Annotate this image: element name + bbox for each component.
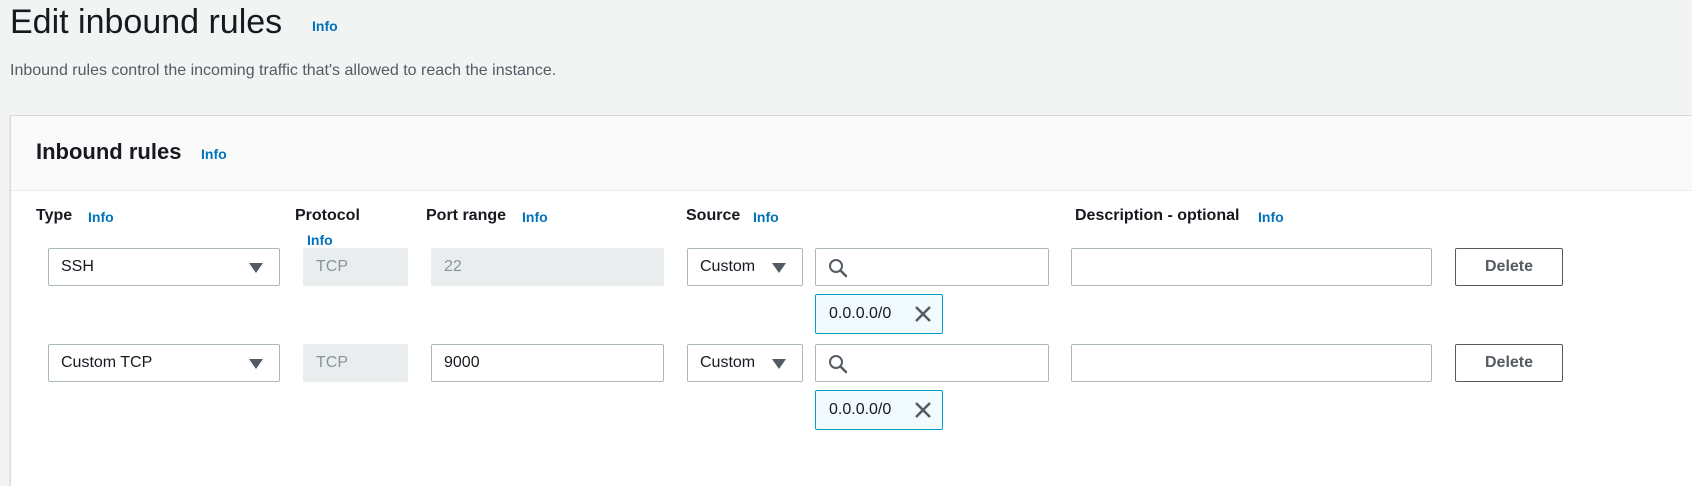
source-info-link[interactable]: Info xyxy=(753,209,779,225)
source-search-input[interactable] xyxy=(815,344,1049,382)
description-input[interactable] xyxy=(1071,248,1432,286)
delete-rule-button[interactable]: Delete xyxy=(1455,344,1563,382)
chevron-down-icon xyxy=(772,359,786,369)
column-header-source: Source xyxy=(686,207,741,224)
type-info-link[interactable]: Info xyxy=(88,209,114,225)
type-select-value: Custom TCP xyxy=(61,354,153,371)
page-description: Inbound rules control the incoming traff… xyxy=(10,62,557,79)
delete-rule-button[interactable]: Delete xyxy=(1455,248,1563,286)
source-token: 0.0.0.0/0 xyxy=(815,390,943,430)
close-icon[interactable] xyxy=(914,401,932,419)
search-icon xyxy=(829,355,848,374)
source-token-label: 0.0.0.0/0 xyxy=(829,401,892,418)
port-range-input[interactable]: 9000 xyxy=(431,344,664,382)
search-icon xyxy=(829,259,848,278)
chevron-down-icon xyxy=(772,263,786,273)
column-header-port-range: Port range xyxy=(426,207,507,224)
type-select-value: SSH xyxy=(61,258,94,275)
column-header-description: Description - optional xyxy=(1075,207,1240,224)
source-select[interactable]: Custom xyxy=(687,344,803,382)
source-select-value: Custom xyxy=(700,354,756,371)
chevron-down-icon xyxy=(249,359,263,369)
inbound-rules-panel: Inbound rules Info Type Info Protocol In… xyxy=(10,115,1692,486)
source-search-input[interactable] xyxy=(815,248,1049,286)
source-select-value: Custom xyxy=(700,258,756,275)
close-icon[interactable] xyxy=(914,305,932,323)
description-info-link[interactable]: Info xyxy=(1258,209,1284,225)
port-range-input: 22 xyxy=(431,248,664,286)
page-title: Edit inbound rules xyxy=(10,3,283,41)
panel-title-info-link[interactable]: Info xyxy=(201,146,227,162)
chevron-down-icon xyxy=(249,263,263,273)
panel-title: Inbound rules xyxy=(36,139,182,164)
protocol-field: TCP xyxy=(303,248,408,286)
panel-header: Inbound rules Info xyxy=(11,116,1692,191)
source-token: 0.0.0.0/0 xyxy=(815,294,943,334)
source-select[interactable]: Custom xyxy=(687,248,803,286)
column-header-protocol: Protocol xyxy=(295,207,360,224)
description-input[interactable] xyxy=(1071,344,1432,382)
protocol-field: TCP xyxy=(303,344,408,382)
page-title-info-link[interactable]: Info xyxy=(312,18,338,34)
type-select[interactable]: Custom TCP xyxy=(48,344,280,382)
type-select[interactable]: SSH xyxy=(48,248,280,286)
protocol-info-link[interactable]: Info xyxy=(307,232,333,248)
source-token-label: 0.0.0.0/0 xyxy=(829,305,892,322)
port-range-info-link[interactable]: Info xyxy=(522,209,548,225)
column-header-type: Type xyxy=(36,207,73,224)
